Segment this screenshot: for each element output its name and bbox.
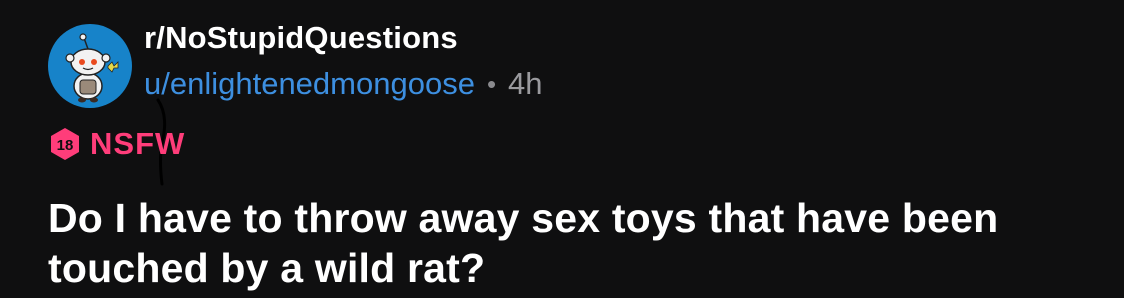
username-link[interactable]: u/enlightenedmongoose [144, 66, 475, 102]
author-line: u/enlightenedmongoose • 4h [144, 66, 543, 102]
post-age: 4h [508, 66, 543, 101]
subreddit-name[interactable]: r/NoStupidQuestions [144, 20, 543, 56]
nsfw-tag: 18 NSFW [48, 126, 185, 162]
post-meta: r/NoStupidQuestions u/enlightenedmongoos… [144, 20, 543, 102]
nsfw-badge-number: 18 [57, 137, 74, 154]
post-title[interactable]: Do I have to throw away sex toys that ha… [48, 193, 1098, 293]
post-header: r/NoStupidQuestions u/enlightenedmongoos… [48, 20, 543, 108]
separator-dot: • [486, 69, 497, 99]
nsfw-18-icon: 18 [51, 128, 79, 160]
nsfw-label: NSFW [90, 126, 186, 161]
subreddit-avatar-icon[interactable] [48, 24, 132, 108]
